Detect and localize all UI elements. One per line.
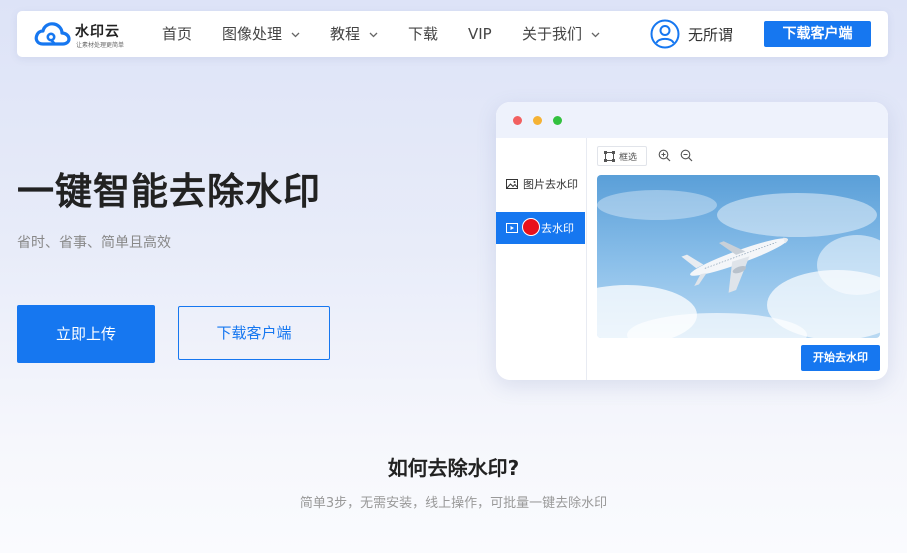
nav-item-label: 首页	[162, 25, 193, 43]
crop-select-icon	[604, 151, 615, 162]
nav-item-label: 下载	[408, 25, 439, 43]
nav-item-image-processing[interactable]: 图像处理	[222, 11, 300, 57]
zoom-out-icon[interactable]	[680, 149, 693, 162]
brand-slogan: 让素材处理更简单	[76, 42, 125, 49]
window-close-dot	[513, 116, 522, 125]
section-subtitle: 简单3步，无需安装，线上操作，可批量一键去除水印	[299, 496, 608, 511]
window-titlebar	[496, 102, 888, 138]
sidebar-item-label: 图片去水印	[523, 178, 578, 191]
nav-item-download[interactable]: 下载	[408, 11, 438, 57]
user-name: 无所谓	[688, 26, 734, 44]
sidebar-item-video-watermark[interactable]: 去水印	[496, 212, 585, 244]
brand-name: 水印云	[75, 24, 120, 40]
window-maximize-dot	[553, 116, 562, 125]
top-navbar: 水印云 让素材处理更简单 首页 图像处理 教程 下载 VIP 关于我们 无所谓 …	[17, 11, 888, 57]
hero-title: 一键智能去除水印	[17, 170, 321, 213]
chevron-down-icon	[291, 32, 300, 37]
window-minimize-dot	[533, 116, 542, 125]
zoom-in-icon[interactable]	[658, 149, 671, 162]
upload-now-button[interactable]: 立即上传	[17, 305, 155, 363]
hero-subtitle: 省时、省事、简单且高效	[17, 235, 171, 251]
sidebar-item-label: 去水印	[541, 222, 574, 235]
nav-item-label: 关于我们	[522, 25, 583, 43]
nav-item-vip[interactable]: VIP	[468, 11, 492, 57]
logo[interactable]: 水印云 让素材处理更简单	[34, 20, 129, 49]
download-client-outline-button[interactable]: 下载客户端	[178, 306, 330, 360]
app-sidebar: 图片去水印 去水印	[496, 138, 587, 380]
marquee-select-button[interactable]: 框选	[597, 146, 647, 166]
app-preview-window: 图片去水印 去水印 框选 开始去水印	[496, 102, 888, 380]
user-avatar-icon	[650, 19, 680, 49]
nav-item-label: 图像处理	[222, 25, 283, 43]
chevron-down-icon	[369, 32, 378, 37]
cloud-logo-icon	[34, 22, 71, 46]
image-icon	[506, 179, 518, 189]
nav-item-home[interactable]: 首页	[162, 11, 192, 57]
preview-image	[597, 175, 880, 338]
nav-item-label: 教程	[330, 25, 361, 43]
chevron-down-icon	[591, 32, 600, 37]
nav-item-label: VIP	[468, 25, 492, 43]
nav-item-about[interactable]: 关于我们	[522, 11, 600, 57]
record-dot-icon	[522, 218, 540, 236]
select-label: 框选	[619, 153, 638, 163]
start-remove-watermark-button[interactable]: 开始去水印	[801, 345, 880, 371]
sidebar-item-image-watermark[interactable]: 图片去水印	[496, 168, 585, 200]
video-icon	[506, 223, 518, 233]
download-client-button[interactable]: 下载客户端	[764, 21, 871, 47]
airplane-sky-image	[597, 175, 880, 338]
section-title: 如何去除水印?	[387, 456, 520, 480]
nav-item-tutorials[interactable]: 教程	[330, 11, 378, 57]
